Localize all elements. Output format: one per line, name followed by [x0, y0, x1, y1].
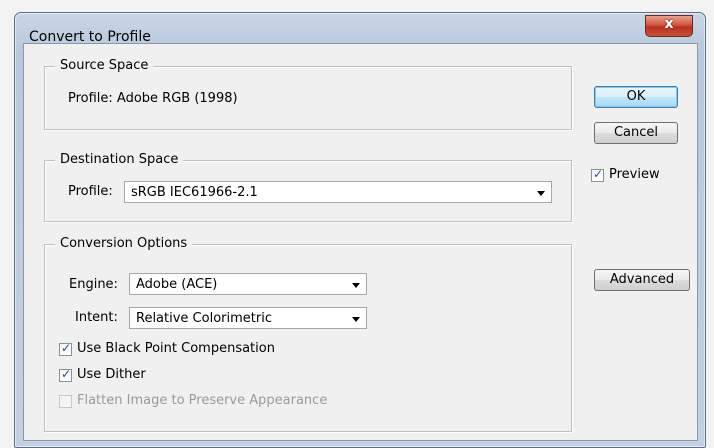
- preview-checkbox[interactable]: [591, 167, 604, 182]
- dither-label[interactable]: Use Dither: [77, 367, 146, 382]
- black-point-checkbox[interactable]: [59, 341, 72, 356]
- chevron-down-icon: [352, 283, 360, 288]
- intent-value: Relative Colorimetric: [136, 311, 272, 326]
- conversion-options-legend: Conversion Options: [55, 236, 193, 252]
- intent-label: Intent:: [75, 310, 118, 325]
- advanced-button[interactable]: Advanced: [594, 269, 690, 291]
- flatten-checkbox: [59, 395, 72, 408]
- intent-dropdown[interactable]: Relative Colorimetric: [129, 307, 367, 329]
- destination-space-group: Destination Space Profile: sRGB IEC61966…: [44, 152, 572, 222]
- source-space-legend: Source Space: [55, 58, 154, 74]
- destination-profile-dropdown[interactable]: sRGB IEC61966-2.1: [124, 181, 552, 203]
- dither-checkbox[interactable]: [59, 367, 72, 382]
- dialog-body: Source Space Profile: Adobe RGB (1998) D…: [23, 43, 698, 441]
- close-icon: x: [664, 16, 674, 32]
- preview-label[interactable]: Preview: [609, 167, 660, 182]
- close-button[interactable]: x: [645, 15, 693, 37]
- chevron-down-icon: [537, 191, 545, 196]
- engine-value: Adobe (ACE): [136, 277, 218, 292]
- source-profile-text: Profile: Adobe RGB (1998): [68, 91, 238, 106]
- flatten-label: Flatten Image to Preserve Appearance: [77, 393, 328, 408]
- destination-space-legend: Destination Space: [55, 152, 184, 168]
- destination-profile-value: sRGB IEC61966-2.1: [131, 185, 258, 200]
- source-space-group: Source Space Profile: Adobe RGB (1998): [44, 58, 572, 130]
- conversion-options-group: Conversion Options Engine: Adobe (ACE) I…: [44, 236, 572, 432]
- chevron-down-icon: [352, 317, 360, 322]
- engine-dropdown[interactable]: Adobe (ACE): [129, 273, 367, 295]
- destination-profile-label: Profile:: [68, 184, 113, 199]
- cancel-button[interactable]: Cancel: [594, 122, 678, 144]
- dialog-window: Convert to Profile x Source Space Profil…: [14, 12, 706, 448]
- black-point-label[interactable]: Use Black Point Compensation: [77, 341, 275, 356]
- engine-label: Engine:: [69, 277, 118, 292]
- ok-button[interactable]: OK: [594, 86, 678, 108]
